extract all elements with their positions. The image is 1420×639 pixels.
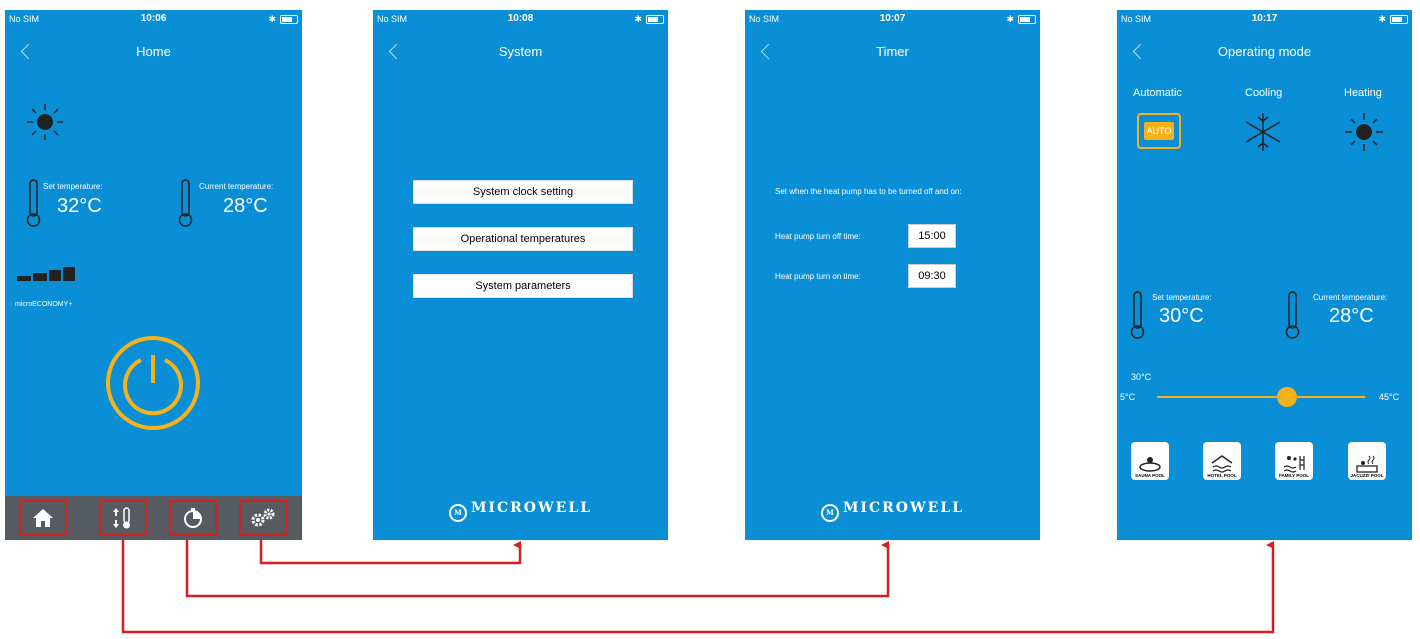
current-temp-label: Current temperature: <box>199 182 274 191</box>
brand-name: MICROWELL <box>842 500 965 516</box>
set-temp-label: Set temperature: <box>43 182 103 191</box>
nav-bar: Home <box>5 40 302 68</box>
power-button[interactable] <box>105 335 201 431</box>
bluetooth-icon: ✱ <box>634 14 642 24</box>
tab-home[interactable] <box>19 500 67 536</box>
system-clock-button[interactable]: System clock setting <box>413 180 633 204</box>
home-icon <box>33 509 53 527</box>
operational-temperatures-button[interactable]: Operational temperatures <box>413 227 633 251</box>
bluetooth-icon: ✱ <box>1006 14 1014 24</box>
sauna-pool-icon <box>1139 457 1161 472</box>
page-title: Timer <box>876 44 909 59</box>
off-time-label: Heat pump turn off time: <box>775 232 861 241</box>
page-title: Home <box>136 44 171 59</box>
operating-mode-screen: No SIM 10:17 ✱ Operating mode Automatic … <box>1117 10 1412 540</box>
pool-label: FAMILY POOL <box>1278 473 1309 478</box>
clock: 10:07 <box>879 13 906 24</box>
mode-label-heating: Heating <box>1344 87 1382 99</box>
bluetooth-icon: ✱ <box>268 14 276 24</box>
thermometer-icon <box>178 179 193 227</box>
current-temp-label: Current temperature: <box>1313 293 1388 302</box>
current-temp-value: 28°C <box>223 195 268 217</box>
status-bar: No SIM 10:17 ✱ <box>1117 10 1412 28</box>
brand-name: MICROWELL <box>470 500 593 516</box>
mode-label-cooling: Cooling <box>1245 87 1283 99</box>
on-time-input[interactable]: 09:30 <box>908 264 956 288</box>
jacuzzi-pool-button[interactable]: JACUZZI POOL <box>1348 442 1386 480</box>
pool-label: JACUZZI POOL <box>1350 473 1384 478</box>
hotel-pool-icon <box>1211 455 1233 473</box>
brand-logo: M MICROWELL <box>745 500 1040 522</box>
hotel-pool-button[interactable]: HOTEL POOL <box>1203 442 1241 480</box>
mode-to-operating-arrow <box>121 538 1275 634</box>
timer-icon <box>184 508 202 528</box>
status-icons: ✱ <box>1006 10 1036 28</box>
system-screen: No SIM 10:08 ✱ System System clock setti… <box>373 10 668 540</box>
status-bar: No SIM 10:08 ✱ <box>373 10 668 28</box>
set-temp-label: Set temperature: <box>1152 293 1212 302</box>
tab-timer[interactable] <box>169 500 217 536</box>
clock: 10:08 <box>507 13 534 24</box>
brand-logo: M MICROWELL <box>373 500 668 522</box>
status-bar: No SIM 10:07 ✱ <box>745 10 1040 28</box>
auto-badge: AUTO <box>1143 122 1175 140</box>
nav-bar: Timer <box>745 40 1040 68</box>
family-pool-button[interactable]: FAMILY POOL <box>1275 442 1313 480</box>
snowflake-icon[interactable] <box>1242 111 1284 153</box>
mode-label-automatic: Automatic <box>1133 87 1182 99</box>
timer-instruction: Set when the heat pump has to be turned … <box>775 187 962 196</box>
family-pool-icon <box>1283 456 1305 473</box>
pool-label: SAUNA POOL <box>1135 473 1165 478</box>
slider-value-label: 30°C <box>1131 372 1152 382</box>
timer-screen: No SIM 10:07 ✱ Timer Set when the heat p… <box>745 10 1040 540</box>
settings-to-system-arrow <box>259 538 522 565</box>
home-screen: No SIM 10:06 ✱ Home Set temperature: 32°… <box>5 10 302 540</box>
bluetooth-icon: ✱ <box>1378 14 1386 24</box>
thermometer-icon <box>26 179 41 227</box>
microwell-logo-icon: M <box>448 504 467 522</box>
nav-bar: System <box>373 40 668 68</box>
nav-bar: Operating mode <box>1117 40 1412 68</box>
status-bar: No SIM 10:06 ✱ <box>5 10 302 28</box>
microwell-logo-icon: M <box>820 504 839 522</box>
mode-label: microECONOMY+ <box>15 301 73 308</box>
thermometer-icon <box>1130 291 1145 339</box>
jacuzzi-pool-icon <box>1356 455 1378 473</box>
thermometer-icon <box>1285 291 1300 339</box>
page-title: System <box>498 44 543 59</box>
tab-operating-mode[interactable] <box>99 500 147 536</box>
slider-min-label: 5°C <box>1120 392 1136 402</box>
off-time-input[interactable]: 15:00 <box>908 224 956 248</box>
on-time-label: Heat pump turn on time: <box>775 272 861 281</box>
thermometer-arrows-icon <box>113 507 130 529</box>
clock: 10:06 <box>140 13 167 24</box>
slider-max-label: 45°C <box>1379 392 1400 402</box>
set-temp-value: 32°C <box>57 195 102 217</box>
battery-icon <box>646 14 664 24</box>
set-temp-value: 30°C <box>1159 305 1204 327</box>
status-icons: ✱ <box>1378 10 1408 28</box>
status-icons: ✱ <box>634 10 664 28</box>
sauna-pool-button[interactable]: SAUNA POOL <box>1131 442 1169 480</box>
pool-label: HOTEL POOL <box>1207 473 1237 478</box>
battery-icon <box>1018 14 1036 24</box>
tab-settings[interactable] <box>239 500 287 536</box>
current-temp-value: 28°C <box>1329 305 1374 327</box>
system-parameters-button[interactable]: System parameters <box>413 274 633 298</box>
clock: 10:17 <box>1251 13 1278 24</box>
tab-bar <box>5 496 302 540</box>
page-title: Operating mode <box>1217 44 1312 59</box>
sun-icon[interactable] <box>1343 111 1385 153</box>
battery-icon <box>280 14 298 24</box>
timer-to-timer-arrow <box>185 538 890 598</box>
temperature-slider-thumb[interactable] <box>1277 387 1297 407</box>
temperature-slider-track[interactable] <box>1157 387 1365 407</box>
sun-icon <box>27 104 63 140</box>
mode-automatic-button[interactable]: AUTO <box>1137 113 1181 149</box>
gears-icon <box>251 508 275 527</box>
economy-level-icon <box>17 267 75 281</box>
battery-icon <box>1390 14 1408 24</box>
status-icons: ✱ <box>268 10 298 28</box>
